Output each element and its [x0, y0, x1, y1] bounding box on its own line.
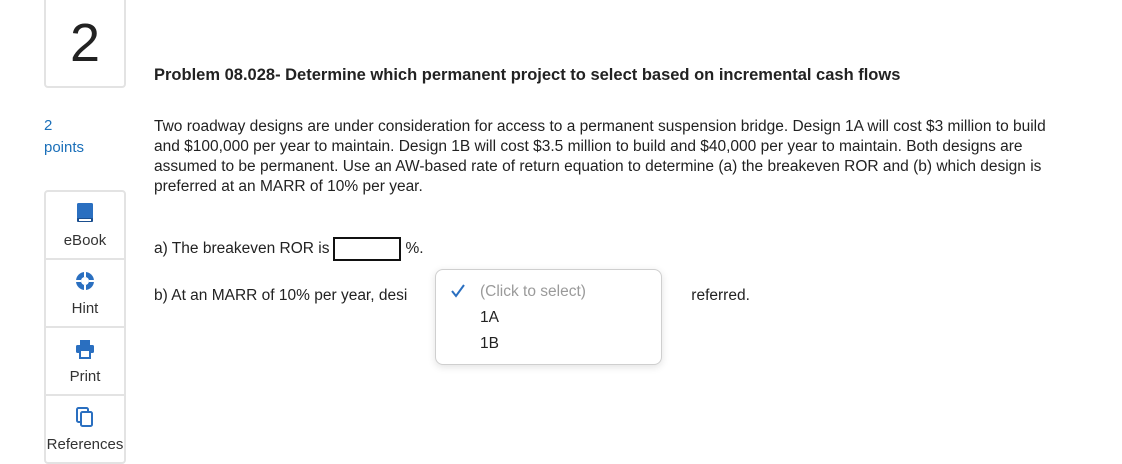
- dropdown-option-1a[interactable]: 1A: [480, 309, 499, 327]
- part-a-prompt: a) The breakeven ROR is: [154, 240, 330, 257]
- part-b-suffix: referred.: [691, 287, 750, 304]
- dropdown-option-1b[interactable]: 1B: [480, 335, 499, 353]
- print-button[interactable]: Print: [46, 328, 124, 396]
- breakeven-ror-input[interactable]: [333, 237, 402, 261]
- part-a: a) The breakeven ROR is %.: [154, 237, 424, 261]
- printer-icon: [74, 338, 96, 360]
- part-a-unit: %.: [405, 240, 424, 257]
- references-label: References: [46, 435, 124, 453]
- ebook-label: eBook: [63, 231, 107, 249]
- hint-label: Hint: [71, 299, 99, 317]
- part-b-prompt: b) At an MARR of 10% per year, desi: [154, 287, 408, 304]
- references-button[interactable]: References: [46, 396, 124, 462]
- tools-panel: eBook Hint Print References: [44, 190, 126, 464]
- problem-text: Two roadway designs are under considerat…: [154, 118, 1046, 195]
- hint-icon: [74, 270, 96, 292]
- hint-button[interactable]: Hint: [46, 260, 124, 328]
- question-number-box: 2: [44, 0, 126, 88]
- references-icon: [75, 406, 95, 428]
- points-value: 2: [44, 117, 53, 134]
- dropdown-option-placeholder[interactable]: (Click to select): [480, 283, 586, 301]
- checkmark-icon: [450, 283, 466, 304]
- ebook-button[interactable]: eBook: [46, 192, 124, 260]
- points-label: points: [44, 139, 85, 156]
- print-label: Print: [69, 367, 101, 385]
- question-number: 2: [69, 13, 101, 73]
- problem-title: Problem 08.028- Determine which permanen…: [154, 66, 901, 84]
- book-icon: [75, 202, 95, 224]
- design-select-dropdown[interactable]: (Click to select) 1A 1B: [435, 269, 662, 365]
